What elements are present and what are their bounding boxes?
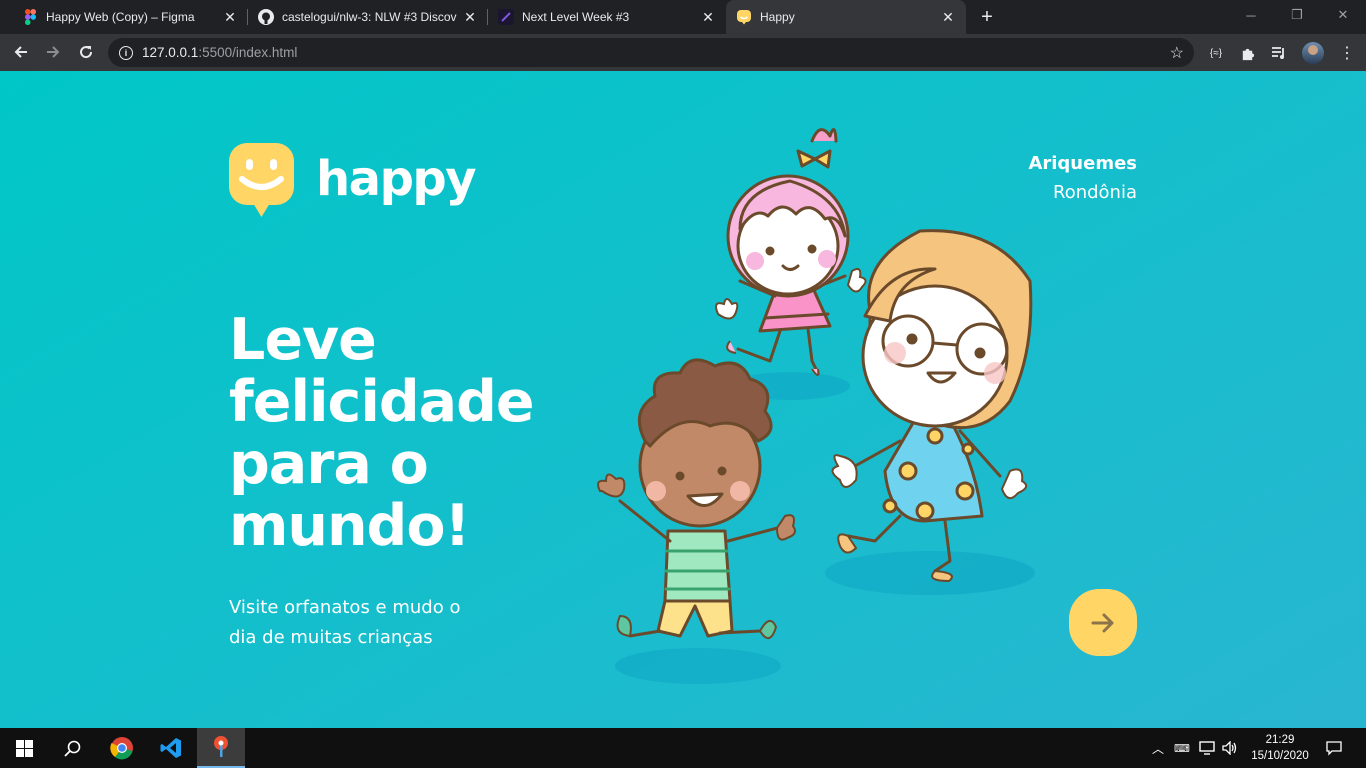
reload-button[interactable] — [73, 39, 99, 65]
menu-icon[interactable]: ⋮ — [1336, 42, 1358, 64]
back-button[interactable] — [8, 39, 34, 65]
restore-button[interactable]: ❐ — [1274, 0, 1320, 30]
headline-line: Leve — [229, 307, 377, 373]
close-icon[interactable]: ✕ — [222, 9, 238, 25]
arrow-right-icon — [1091, 613, 1114, 632]
clock-time: 21:29 — [1265, 734, 1295, 746]
brand-name: happy — [316, 150, 477, 207]
clock-date: 15/10/2020 — [1251, 750, 1309, 762]
media-control-icon[interactable] — [1268, 42, 1290, 64]
github-icon — [258, 9, 274, 25]
profile-avatar[interactable] — [1302, 42, 1324, 64]
figma-icon — [22, 9, 38, 25]
keyboard-icon[interactable]: ⌨ — [1174, 728, 1190, 768]
bookmark-star-icon[interactable]: ☆ — [1170, 43, 1184, 63]
tab-title: Next Level Week #3 — [522, 10, 630, 24]
landing-page: happy Ariquemes Rondônia Leve felicidade… — [0, 71, 1366, 728]
page-headline: Leve felicidade para o mundo! — [229, 309, 609, 557]
tab-title: castelogui/nlw-3: NLW #3 Discov — [282, 10, 457, 24]
page-subtitle: Visite orfanatos e mudo o dia de muitas … — [229, 597, 461, 648]
vscode-icon[interactable] — [147, 728, 195, 768]
tab-nlw[interactable]: Next Level Week #3 ✕ — [488, 0, 726, 34]
browser-toolbar: i 127.0.0.1:5500/index.html ☆ {≈} ⋮ — [0, 34, 1366, 71]
enter-app-button[interactable] — [1069, 589, 1137, 656]
notification-icon[interactable] — [1326, 728, 1342, 768]
minimize-button[interactable]: ─ — [1228, 0, 1274, 30]
kids-illustration — [590, 111, 1060, 691]
headline-line: mundo! — [229, 493, 471, 559]
close-icon[interactable]: ✕ — [700, 9, 716, 25]
close-icon[interactable]: ✕ — [462, 9, 478, 25]
info-icon[interactable]: i — [119, 45, 133, 60]
address-bar[interactable]: i 127.0.0.1:5500/index.html ☆ — [108, 38, 1194, 67]
tab-title: Happy Web (Copy) – Figma — [46, 10, 195, 24]
tab-happy[interactable]: Happy ✕ — [726, 0, 966, 34]
git-icon[interactable] — [197, 728, 245, 768]
tab-figma[interactable]: Happy Web (Copy) – Figma ✕ — [0, 0, 248, 34]
tab-title: Happy — [760, 10, 795, 24]
arrow-right-icon — [47, 46, 60, 58]
puzzle-icon[interactable] — [1236, 42, 1258, 64]
headline-line: para o — [229, 431, 429, 497]
forward-button[interactable] — [40, 39, 66, 65]
happy-icon — [736, 9, 752, 25]
chrome-icon[interactable] — [98, 728, 146, 768]
happy-logo-icon — [229, 143, 294, 218]
brand-logo: happy — [229, 143, 477, 218]
arrow-left-icon — [14, 46, 27, 58]
network-icon[interactable] — [1199, 728, 1215, 768]
windows-taskbar: ︿ ⌨ 21:29 15/10/2020 — [0, 728, 1366, 768]
start-icon[interactable] — [0, 728, 48, 768]
url-text[interactable]: 127.0.0.1:5500/index.html — [142, 45, 297, 60]
system-clock[interactable]: 21:29 15/10/2020 — [1248, 732, 1312, 764]
close-icon[interactable]: ✕ — [940, 9, 956, 25]
tray-chevron-icon[interactable]: ︿ — [1152, 728, 1164, 768]
reload-icon — [80, 46, 93, 59]
rocketseat-icon — [498, 9, 514, 25]
headline-line: felicidade — [229, 369, 535, 435]
close-window-button[interactable]: ✕ — [1320, 0, 1366, 30]
search-icon[interactable] — [48, 728, 96, 768]
tab-strip: Happy Web (Copy) – Figma ✕ castelogui/nl… — [0, 0, 1366, 34]
extension-icon[interactable]: {≈} — [1205, 42, 1227, 64]
tab-github[interactable]: castelogui/nlw-3: NLW #3 Discov ✕ — [248, 0, 488, 34]
volume-icon[interactable] — [1222, 728, 1238, 768]
new-tab-button[interactable]: + — [976, 6, 998, 28]
